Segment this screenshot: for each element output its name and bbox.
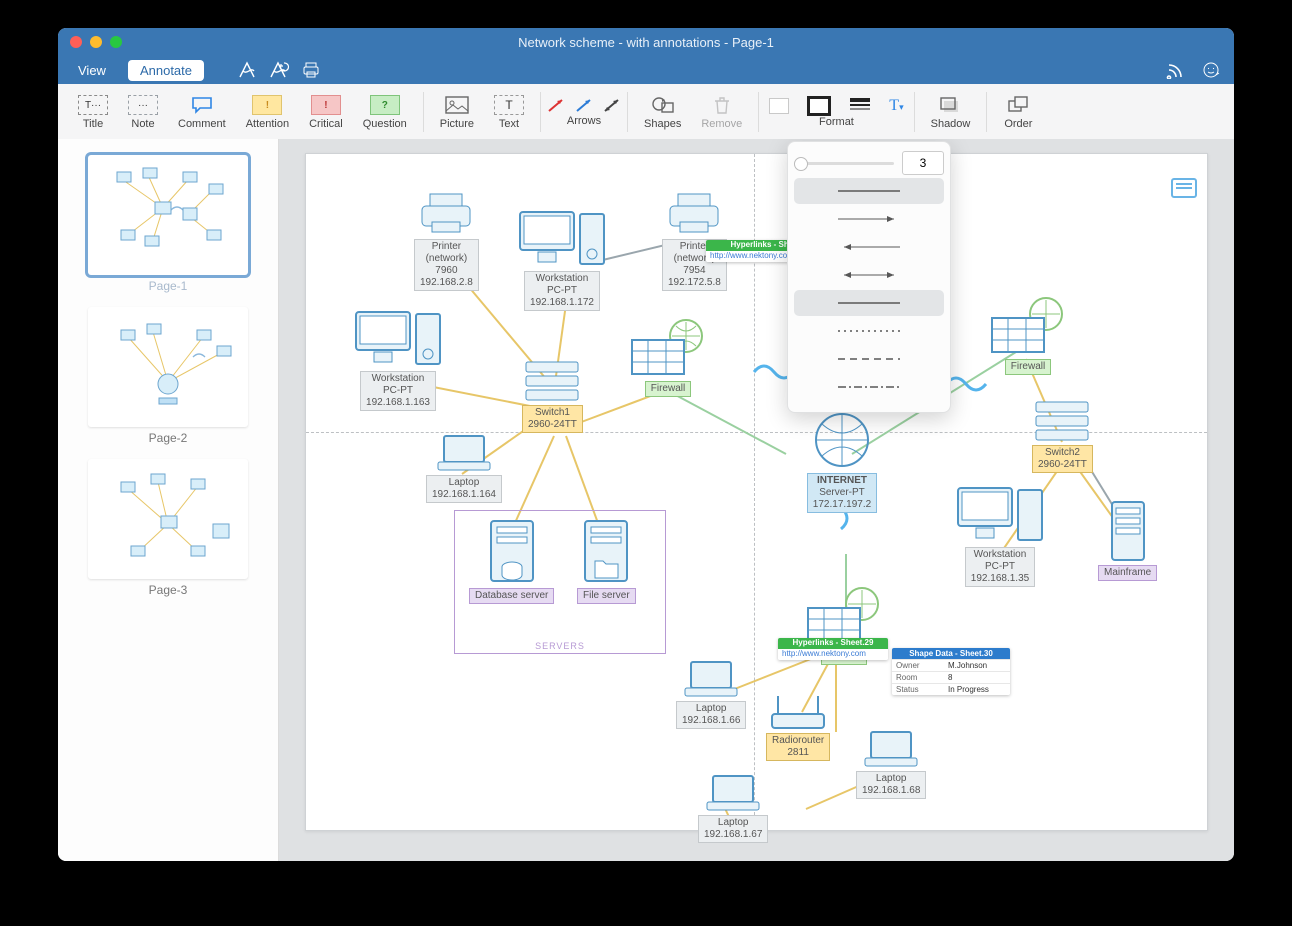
dash-dotted[interactable]: [794, 318, 944, 344]
tool-shapes[interactable]: Shapes: [644, 93, 681, 130]
node-laptop-3[interactable]: Laptop192.168.1.67: [698, 772, 768, 843]
annotate-toolbar: T··· Title ··· Note Comment ! Attention …: [58, 84, 1234, 140]
format-font-button[interactable]: T▾: [889, 97, 903, 115]
app-window: Network scheme - with annotations - Page…: [58, 28, 1234, 861]
content-area: Page-1 Page-2: [58, 139, 1234, 861]
node-workstation-3[interactable]: WorkstationPC-PT192.168.1.35: [954, 482, 1046, 587]
tool-comment[interactable]: Comment: [178, 93, 226, 130]
dash-solid[interactable]: [794, 290, 944, 316]
arrow-start[interactable]: [794, 234, 944, 260]
arrow-end[interactable]: [794, 206, 944, 232]
node-laptop-4[interactable]: Laptop192.168.1.68: [856, 728, 926, 799]
node-printer-1[interactable]: Printer(network)7960192.168.2.8: [414, 190, 479, 291]
canvas-viewport[interactable]: Printer(network)7960192.168.2.8 Printer(…: [279, 139, 1234, 861]
page-thumb-2-label: Page-2: [58, 431, 278, 445]
page-thumb-3-label: Page-3: [58, 583, 278, 597]
dash-dashdot[interactable]: [794, 374, 944, 400]
node-firewall-1[interactable]: Firewall: [626, 316, 710, 397]
node-workstation-2[interactable]: WorkstationPC-PT192.168.1.163: [352, 306, 444, 411]
callout-hyperlink-29[interactable]: Hyperlinks - Sheet.29 http://www.nektony…: [778, 638, 888, 660]
node-mainframe[interactable]: Mainframe: [1098, 498, 1157, 581]
line-style-popover[interactable]: [787, 141, 951, 413]
node-laptop-1[interactable]: Laptop192.168.1.164: [426, 432, 502, 503]
mode-tabbar: View Annotate: [58, 56, 1234, 84]
node-file-server[interactable]: File server: [577, 517, 636, 604]
tab-annotate[interactable]: Annotate: [128, 60, 204, 81]
tool-note[interactable]: ··· Note: [128, 93, 158, 130]
tool-question[interactable]: ? Question: [363, 93, 407, 130]
acrobat-icon[interactable]: [236, 59, 258, 81]
servers-group[interactable]: Database server File server SERVERS: [454, 510, 666, 654]
node-firewall-2[interactable]: Firewall: [986, 294, 1070, 375]
rss-icon[interactable]: [1164, 59, 1186, 81]
tool-remove[interactable]: Remove: [701, 93, 742, 130]
node-switch-1[interactable]: Switch12960-24TT: [522, 358, 583, 433]
format-fill-button[interactable]: [769, 98, 789, 114]
node-internet[interactable]: INTERNETServer-PT172.17.197.2: [806, 412, 878, 513]
arrow-none[interactable]: [794, 178, 944, 204]
page-thumb-1[interactable]: [88, 155, 248, 275]
line-width-row[interactable]: [794, 150, 944, 176]
node-radiorouter[interactable]: Radiorouter2811: [766, 692, 830, 761]
tab-view[interactable]: View: [66, 60, 118, 81]
acrobat-refresh-icon[interactable]: [268, 59, 290, 81]
page-thumb-1-label: Page-1: [58, 279, 278, 293]
window-title: Network scheme - with annotations - Page…: [58, 35, 1234, 50]
format-linestyle-button[interactable]: [849, 97, 871, 114]
page-thumb-3[interactable]: [88, 459, 248, 579]
tool-picture[interactable]: Picture: [440, 93, 474, 130]
node-database-server[interactable]: Database server: [469, 517, 554, 604]
node-switch-2[interactable]: Switch22960-24TT: [1032, 398, 1093, 473]
print-icon[interactable]: [300, 59, 322, 81]
tool-shadow[interactable]: Shadow: [931, 93, 971, 130]
arrow-both[interactable]: [794, 262, 944, 288]
tool-critical[interactable]: ! Critical: [309, 93, 343, 130]
tool-attention[interactable]: ! Attention: [246, 93, 289, 130]
page-thumb-2[interactable]: [88, 307, 248, 427]
titlebar: Network scheme - with annotations - Page…: [58, 28, 1234, 56]
tool-title[interactable]: T··· Title: [78, 93, 108, 130]
page-thumbnail-sidebar[interactable]: Page-1 Page-2: [58, 139, 279, 861]
line-width-input[interactable]: [902, 151, 944, 175]
node-workstation-1[interactable]: WorkstationPC-PT192.168.1.172: [516, 206, 608, 311]
dash-dashed[interactable]: [794, 346, 944, 372]
tool-arrows[interactable]: Arrows: [547, 97, 621, 127]
preview-thumb-icon[interactable]: [1171, 178, 1197, 198]
feedback-icon[interactable]: [1200, 59, 1222, 81]
callout-shapedata-30[interactable]: Shape Data - Sheet.30 OwnerM.Johnson Roo…: [892, 648, 1010, 695]
drawing-canvas[interactable]: Printer(network)7960192.168.2.8 Printer(…: [305, 153, 1208, 831]
line-width-slider[interactable]: [794, 162, 894, 165]
node-laptop-2[interactable]: Laptop192.168.1.66: [676, 658, 746, 729]
tool-order[interactable]: Order: [1003, 93, 1033, 130]
format-line-button[interactable]: [807, 96, 831, 116]
tool-text[interactable]: T Text: [494, 93, 524, 130]
